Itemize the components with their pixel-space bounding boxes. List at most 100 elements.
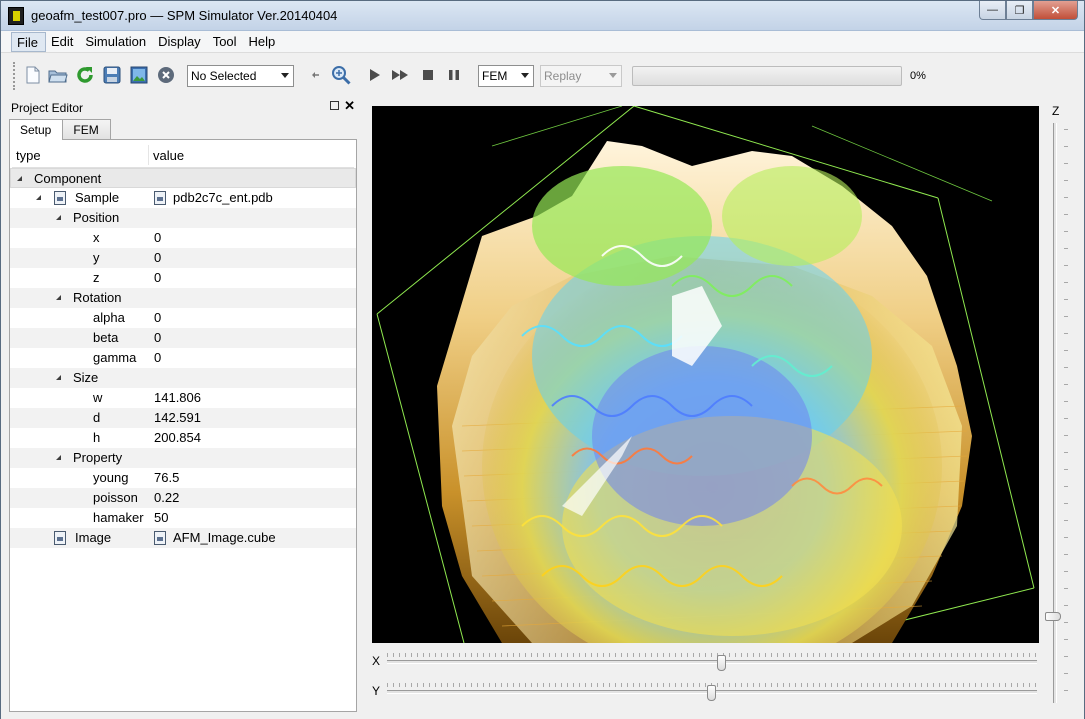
new-file-icon[interactable] [23, 65, 43, 85]
row-label: h [93, 430, 101, 445]
row-label: Property [73, 450, 123, 465]
row-value[interactable]: 0 [154, 310, 161, 325]
row-value[interactable]: 200.854 [154, 430, 201, 445]
undo-icon[interactable] [306, 65, 326, 85]
menu-simulation[interactable]: Simulation [80, 31, 153, 53]
chevron-down-icon [609, 73, 617, 78]
menu-edit[interactable]: Edit [46, 31, 80, 53]
status-bar [1, 712, 1084, 719]
toolbar-grip[interactable] [13, 62, 17, 90]
menu-file[interactable]: File [11, 32, 46, 52]
pause-icon[interactable] [444, 65, 464, 85]
close-button[interactable]: ✕ [1033, 1, 1078, 20]
tree-row-sample[interactable]: Sample pdb2c7c_ent.pdb [10, 188, 356, 208]
stop-icon[interactable] [418, 65, 438, 85]
tree-row-property[interactable]: Property [10, 448, 356, 468]
row-value[interactable]: 141.806 [154, 390, 201, 405]
row-label: Rotation [73, 290, 122, 305]
close-panel-icon[interactable]: ✕ [344, 98, 355, 114]
tree-row-image[interactable]: Image AFM_Image.cube [10, 528, 356, 548]
mode-combo[interactable]: FEM [478, 65, 534, 87]
tree-row-size[interactable]: Size [10, 368, 356, 388]
row-label: Size [73, 370, 99, 385]
row-value[interactable]: 0.22 [154, 490, 179, 505]
expand-arrow-icon[interactable] [56, 295, 61, 300]
column-type-header[interactable]: type [16, 148, 41, 163]
play-icon[interactable] [365, 65, 385, 85]
tree-row-component[interactable]: Component [10, 168, 356, 188]
y-slider-thumb[interactable] [707, 685, 716, 701]
row-value[interactable]: 142.591 [154, 410, 201, 425]
x-slider-label: X [372, 654, 381, 668]
row-label: Position [73, 210, 120, 225]
row-value[interactable]: 50 [154, 510, 168, 525]
tree-row-young[interactable]: young 76.5 [10, 468, 356, 488]
3d-viewport[interactable] [372, 106, 1039, 643]
menu-display[interactable]: Display [153, 31, 208, 53]
x-slider-track[interactable] [387, 660, 1037, 664]
expand-arrow-icon[interactable] [56, 455, 61, 460]
z-slider-thumb[interactable] [1045, 612, 1061, 621]
selection-combo[interactable]: No Selected [187, 65, 294, 87]
row-label: Component [34, 171, 102, 186]
tree-row-w[interactable]: w 141.806 [10, 388, 356, 408]
tab-setup[interactable]: Setup [9, 119, 64, 140]
tree-row-d[interactable]: d 142.591 [10, 408, 356, 428]
row-value[interactable]: 0 [154, 350, 161, 365]
zoom-icon[interactable] [331, 65, 351, 85]
y-slider-label: Y [372, 684, 381, 698]
float-panel-icon[interactable] [330, 101, 339, 110]
menu-help[interactable]: Help [244, 31, 283, 53]
pdb-file-icon [154, 191, 166, 205]
property-tree: type value Component Sample pdb2c7c_ent.… [9, 139, 357, 712]
row-value[interactable]: 0 [154, 250, 161, 265]
tree-row-x[interactable]: x 0 [10, 228, 356, 248]
row-value[interactable]: 0 [154, 330, 161, 345]
stop-circle-icon[interactable] [156, 65, 176, 85]
tree-row-alpha[interactable]: alpha 0 [10, 308, 356, 328]
tab-fem[interactable]: FEM [62, 119, 111, 139]
menu-bar: File Edit Simulation Display Tool Help [1, 31, 1084, 53]
tree-row-y[interactable]: y 0 [10, 248, 356, 268]
row-value[interactable]: AFM_Image.cube [173, 530, 276, 545]
expand-arrow-icon[interactable] [17, 176, 22, 181]
z-slider-label: Z [1052, 104, 1060, 118]
row-value[interactable]: 76.5 [154, 470, 179, 485]
row-value[interactable]: 0 [154, 270, 161, 285]
row-label: poisson [93, 490, 138, 505]
tree-row-beta[interactable]: beta 0 [10, 328, 356, 348]
tree-row-poisson[interactable]: poisson 0.22 [10, 488, 356, 508]
save-icon[interactable] [102, 65, 122, 85]
row-value[interactable]: 0 [154, 230, 161, 245]
column-value-header[interactable]: value [153, 148, 184, 163]
tree-row-position[interactable]: Position [10, 208, 356, 228]
window-controls: — ❐ ✕ [979, 1, 1078, 21]
row-label: d [93, 410, 101, 425]
fast-forward-icon[interactable] [390, 65, 410, 85]
image-icon[interactable] [129, 65, 149, 85]
expand-arrow-icon[interactable] [56, 215, 61, 220]
minimize-button[interactable]: — [979, 1, 1006, 20]
maximize-button[interactable]: ❐ [1006, 1, 1033, 20]
simulation-progress-bar [632, 66, 902, 86]
x-slider-ticks [387, 653, 1037, 657]
open-folder-icon[interactable] [48, 65, 68, 85]
tree-row-h[interactable]: h 200.854 [10, 428, 356, 448]
chevron-down-icon [281, 73, 289, 78]
project-editor-header: Project Editor ✕ [7, 98, 359, 117]
tree-row-gamma[interactable]: gamma 0 [10, 348, 356, 368]
app-icon [8, 7, 24, 25]
menu-tool[interactable]: Tool [208, 31, 244, 53]
expand-arrow-icon[interactable] [36, 195, 41, 200]
row-label: Sample [75, 190, 120, 205]
tree-row-rotation[interactable]: Rotation [10, 288, 356, 308]
tree-row-z[interactable]: z 0 [10, 268, 356, 288]
row-value[interactable]: pdb2c7c_ent.pdb [173, 190, 273, 205]
replay-combo[interactable]: Replay [540, 65, 622, 87]
column-divider[interactable] [148, 145, 149, 165]
expand-arrow-icon[interactable] [56, 375, 61, 380]
reload-icon[interactable] [75, 65, 95, 85]
title-bar: geoafm_test007.pro — SPM Simulator Ver.2… [1, 1, 1084, 31]
tree-row-hamaker[interactable]: hamaker 50 [10, 508, 356, 528]
x-slider-thumb[interactable] [717, 655, 726, 671]
